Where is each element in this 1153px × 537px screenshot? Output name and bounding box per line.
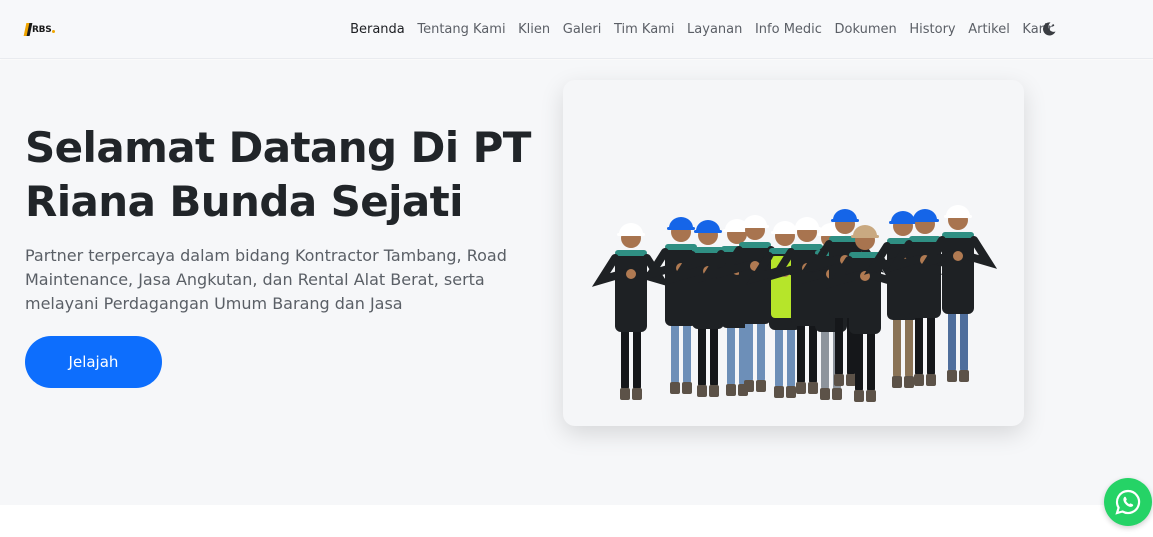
logo-dot (52, 29, 56, 33)
whatsapp-icon[interactable] (1104, 478, 1152, 526)
logo-mark (25, 22, 31, 38)
nav-menu: Beranda Tentang Kami Klien Galeri Tim Ka… (350, 0, 1053, 59)
nav-item-history[interactable]: History (909, 22, 955, 37)
nav-item-info-medic[interactable]: Info Medic (755, 22, 822, 37)
team-photo (563, 80, 1024, 426)
nav-item-layanan[interactable]: Layanan (687, 22, 742, 37)
nav-item-tentang-kami[interactable]: Tentang Kami (417, 22, 505, 37)
nav-item-galeri[interactable]: Galeri (563, 22, 602, 37)
hero-section: Selamat Datang Di PT Riana Bunda Sejati … (0, 60, 1153, 505)
hero-title-line1: Selamat Datang Di PT (25, 123, 531, 172)
hero-title: Selamat Datang Di PT Riana Bunda Sejati (25, 121, 545, 229)
nav-item-tim-kami[interactable]: Tim Kami (614, 22, 675, 37)
explore-button[interactable]: Jelajah (25, 336, 162, 388)
nav-item-klien[interactable]: Klien (518, 22, 550, 37)
hero-subtitle: Partner terpercaya dalam bidang Kontract… (25, 246, 507, 313)
nav-item-beranda[interactable]: Beranda (350, 22, 405, 37)
nav-item-dokumen[interactable]: Dokumen (835, 22, 897, 37)
hero-title-line2: Riana Bunda Sejati (25, 177, 464, 226)
nav-item-artikel[interactable]: Artikel (968, 22, 1010, 37)
moon-icon[interactable] (1041, 21, 1057, 37)
brand-logo[interactable]: RBS (25, 22, 56, 38)
logo-text: RBS (32, 25, 52, 35)
team-photo-illustration (591, 205, 998, 402)
navbar: RBS Beranda Tentang Kami Klien Galeri Ti… (0, 0, 1153, 59)
